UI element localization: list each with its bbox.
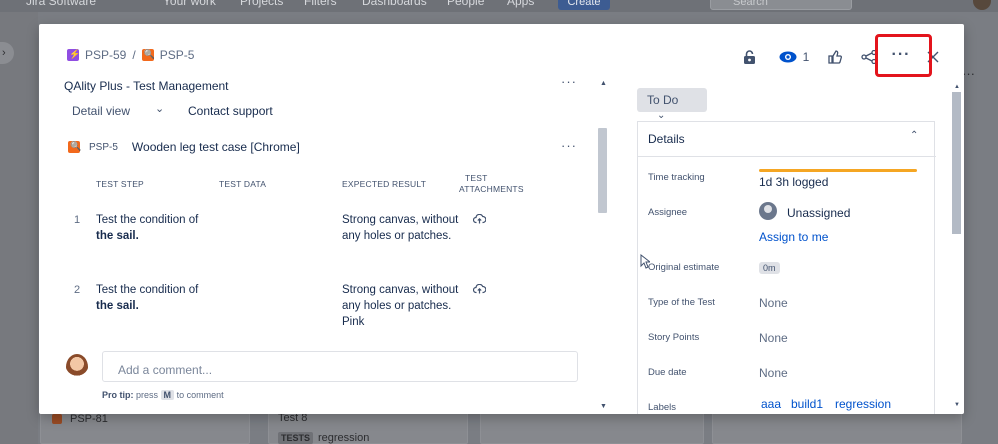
unlock-icon[interactable] — [739, 44, 759, 70]
label-tag[interactable]: aaa — [761, 397, 781, 411]
test-case-name: Wooden leg test case [Chrome] — [131, 140, 300, 154]
due-date-value[interactable]: None — [759, 366, 788, 380]
step-text-bold: the sail. — [96, 300, 139, 312]
details-panel: Details ⌃ Time tracking 1d 3h logged Ass… — [637, 121, 936, 414]
column-test-data: TEST DATA — [219, 179, 267, 189]
upload-cloud-icon[interactable] — [472, 213, 487, 227]
unassigned-avatar-icon — [759, 202, 777, 220]
nav-your-work: Your work — [163, 0, 216, 8]
step-expected-result: Strong canvas, without any holes or patc… — [342, 214, 459, 242]
step-text: Test the condition of — [96, 214, 199, 226]
test-case-key[interactable]: PSP-5 — [89, 142, 118, 153]
time-tracking-value: 1d 3h logged — [759, 175, 829, 189]
labels-label: Labels — [648, 402, 676, 413]
background-card-key: PSP-81 — [70, 413, 108, 425]
breadcrumb-separator: / — [132, 48, 136, 62]
status-button[interactable]: To Do ⌄ — [637, 88, 707, 121]
background-card — [712, 412, 962, 444]
type-of-test-value[interactable]: None — [759, 296, 788, 310]
right-pane-scrollbar[interactable] — [952, 92, 961, 234]
background-card — [480, 412, 704, 444]
contact-support-link[interactable]: Contact support — [188, 104, 273, 118]
background-card-tag-value: regression — [318, 432, 370, 444]
column-expected-result: EXPECTED RESULT — [342, 179, 427, 189]
protip-rest: to comment — [176, 390, 224, 400]
test-case-icon: 🔍 — [68, 141, 82, 153]
like-icon[interactable] — [823, 44, 847, 70]
create-button: Create — [558, 0, 610, 10]
left-pane-scrollbar[interactable] — [598, 128, 607, 213]
background-test-icon — [52, 414, 62, 424]
nav-filters: Filters — [304, 0, 337, 8]
search-input: Search — [710, 0, 852, 10]
nav-apps: Apps — [507, 0, 535, 8]
eye-icon — [779, 51, 797, 63]
chevron-down-icon: ⌄ — [657, 110, 666, 121]
details-divider — [638, 156, 936, 157]
background-card-tag: TESTS — [278, 432, 314, 444]
chevron-up-icon[interactable]: ⌃ — [910, 130, 918, 141]
story-points-value[interactable]: None — [759, 331, 788, 345]
nav-projects: Projects — [240, 0, 284, 8]
step-text: Test the condition of — [96, 284, 199, 296]
time-tracking-label: Time tracking — [648, 172, 705, 183]
detail-view-select[interactable]: Detail view — [72, 104, 130, 118]
comment-protip: Pro tip: press M to comment — [102, 390, 224, 400]
app-logo: Jira Software — [26, 0, 97, 8]
watchers-count: 1 — [802, 50, 810, 64]
scroll-up-arrow[interactable]: ▲ — [600, 80, 607, 87]
add-comment-input[interactable]: Add a comment... — [102, 351, 578, 382]
story-points-label: Story Points — [648, 332, 700, 343]
step-text-bold: the sail. — [96, 230, 139, 242]
column-attachments: ATTACHMENTS — [459, 184, 524, 194]
time-tracking-bar[interactable] — [759, 169, 917, 172]
breadcrumb-current-link[interactable]: PSP-5 — [160, 48, 195, 62]
type-of-test-label: Type of the Test — [648, 297, 715, 308]
highlight-annotation — [875, 34, 932, 77]
epic-icon: ⚡ — [67, 49, 81, 61]
nav-people: People — [447, 0, 485, 8]
step-description: Test the condition of the sail. — [96, 212, 216, 244]
chevron-down-icon[interactable]: ⌄ — [155, 102, 164, 115]
assign-to-me-link[interactable]: Assign to me — [759, 230, 828, 244]
test-case-more-icon[interactable]: ··· — [561, 138, 577, 153]
avatar — [66, 354, 88, 380]
test-case-header: 🔍 PSP-5 Wooden leg test case [Chrome] — [68, 140, 300, 154]
watch-button[interactable]: 1 — [774, 44, 814, 70]
nav-dashboards: Dashboards — [362, 0, 427, 8]
details-heading: Details — [648, 132, 685, 146]
breadcrumb-parent-link[interactable]: PSP-59 — [85, 48, 126, 62]
upload-cloud-icon[interactable] — [472, 283, 487, 297]
label-tag[interactable]: regression — [835, 397, 891, 411]
issue-modal: ⚡ PSP-59 / 🔍 PSP-5 1 ··· QAlity Plus - T… — [39, 24, 964, 414]
protip-label: Pro tip: — [102, 390, 134, 400]
column-test: TEST — [465, 173, 488, 183]
original-estimate-label: Original estimate — [648, 262, 720, 273]
status-label: To Do — [647, 93, 679, 107]
right-scroll-down-arrow[interactable]: ▼ — [954, 402, 960, 408]
step-number: 2 — [74, 284, 81, 296]
step-description: Test the condition of the sail. — [96, 282, 216, 314]
protip-key: M — [160, 390, 175, 400]
original-estimate-value[interactable]: 0m — [759, 262, 780, 274]
scroll-down-arrow[interactable]: ▼ — [600, 403, 607, 410]
column-test-step: TEST STEP — [96, 179, 144, 189]
mouse-cursor-icon — [640, 253, 652, 272]
step-number: 1 — [74, 214, 81, 226]
due-date-label: Due date — [648, 367, 687, 378]
right-scroll-up-arrow[interactable]: ▲ — [954, 84, 960, 90]
protip-press: press — [136, 390, 159, 400]
background-sidebar — [0, 12, 38, 444]
label-tag[interactable]: build1 — [791, 397, 823, 411]
app-panel-more-icon[interactable]: ··· — [561, 74, 577, 89]
test-issue-icon: 🔍 — [141, 49, 155, 61]
breadcrumb: ⚡ PSP-59 / 🔍 PSP-5 — [67, 48, 194, 62]
assignee-value[interactable]: Unassigned — [787, 206, 850, 220]
assignee-label: Assignee — [648, 207, 688, 218]
app-panel-title: QAlity Plus - Test Management — [64, 79, 229, 93]
step-expected-result: Strong canvas, without any holes or patc… — [342, 284, 459, 328]
